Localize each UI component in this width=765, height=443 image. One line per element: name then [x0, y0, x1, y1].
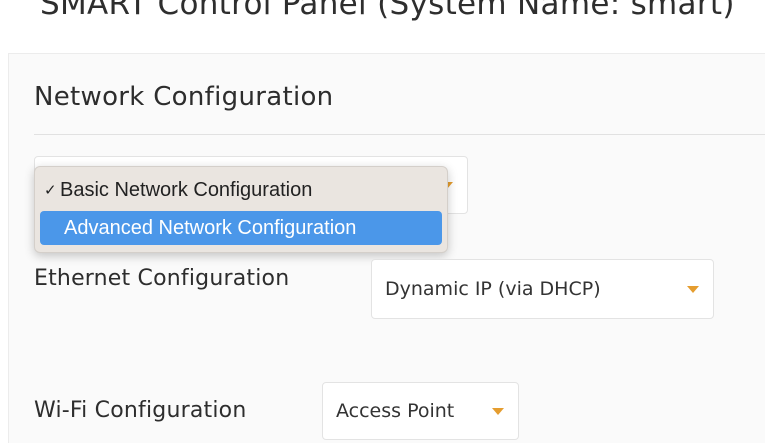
section-title: Network Configuration [34, 82, 334, 112]
ethernet-configuration-label: Ethernet Configuration [34, 266, 290, 291]
app-title: SMART Control Panel (System Name: smart) [40, 0, 735, 22]
caret-down-icon [492, 408, 504, 415]
wifi-configuration-value: Access Point [336, 400, 455, 422]
wifi-configuration-select[interactable]: Access Point [322, 382, 519, 440]
network-mode-menu: ✓ Basic Network Configuration Advanced N… [34, 166, 448, 253]
network-configuration-panel: Network Configuration ✓ Basic Network Co… [8, 53, 765, 443]
caret-down-icon [687, 286, 699, 293]
menu-item-label: Advanced Network Configuration [64, 216, 357, 239]
menu-item-advanced-network-configuration[interactable]: Advanced Network Configuration [40, 211, 442, 245]
wifi-configuration-label: Wi-Fi Configuration [34, 398, 247, 423]
checkmark-icon: ✓ [44, 182, 57, 199]
ethernet-configuration-value: Dynamic IP (via DHCP) [385, 278, 601, 300]
menu-item-basic-network-configuration[interactable]: ✓ Basic Network Configuration [40, 173, 442, 207]
section-divider [34, 134, 765, 135]
menu-item-label: Basic Network Configuration [60, 178, 313, 201]
ethernet-configuration-select[interactable]: Dynamic IP (via DHCP) [371, 259, 714, 319]
